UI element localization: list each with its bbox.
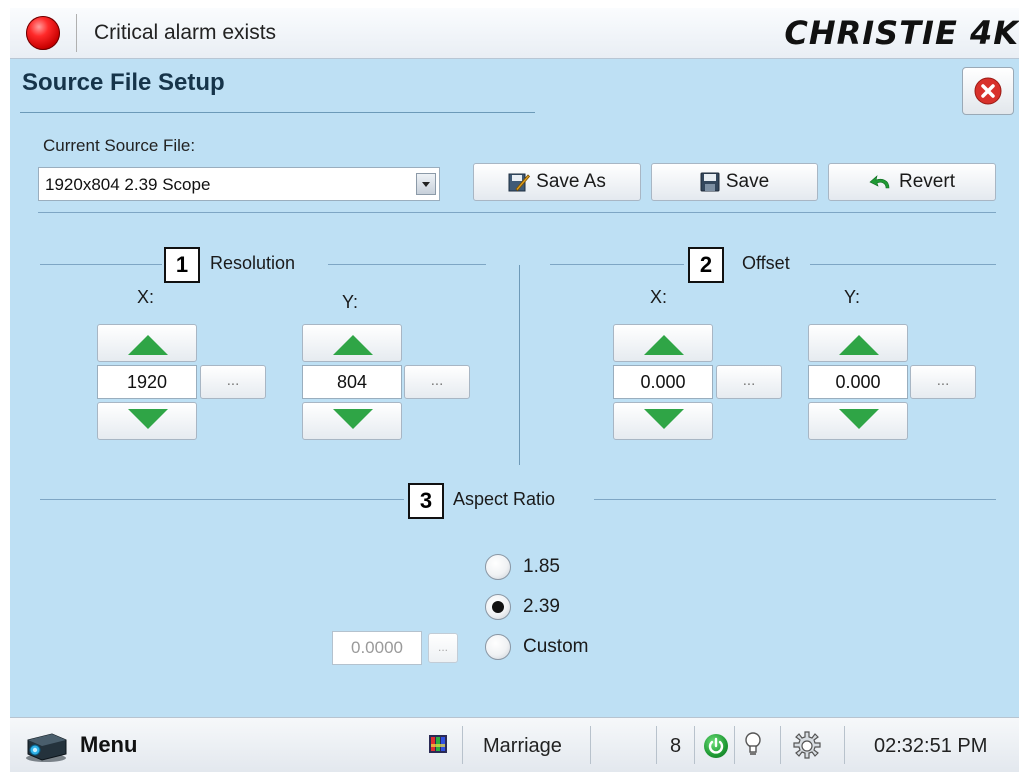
aspect-custom-label[interactable]: Custom <box>523 636 588 658</box>
callout-1: 1 <box>164 247 200 283</box>
offset-rule-left <box>550 264 684 265</box>
main-panel: Source File Setup Current Source File: 1… <box>10 59 1019 717</box>
aspect-ratio-rule-right <box>594 499 996 500</box>
arrow-down-icon <box>128 409 168 429</box>
offset-y-label: Y: <box>844 287 861 307</box>
offset-x-increment-button[interactable] <box>613 324 713 362</box>
power-icon[interactable] <box>704 734 728 758</box>
status-separator <box>462 726 463 764</box>
undo-arrow-icon <box>869 175 890 189</box>
status-bar: Menu Marriage 8 02:32:51 PM <box>10 717 1019 772</box>
offset-x-label: X: <box>650 287 668 307</box>
aspect-ratio-title: Aspect Ratio <box>453 489 556 509</box>
status-separator <box>590 726 591 764</box>
toolbar-divider <box>38 212 996 213</box>
menu-label[interactable]: Menu <box>80 732 137 758</box>
radio-selected-dot <box>492 601 504 613</box>
status-separator <box>734 726 735 764</box>
offset-x-decrement-button[interactable] <box>613 402 713 440</box>
status-separator <box>656 726 657 764</box>
offset-y-decrement-button[interactable] <box>808 402 908 440</box>
custom-aspect-input[interactable]: 0.0000 <box>332 631 422 665</box>
callout-3: 3 <box>408 483 444 519</box>
resolution-rule-right <box>328 264 486 265</box>
resolution-rule-left <box>40 264 162 265</box>
arrow-down-icon <box>333 409 373 429</box>
resolution-title: Resolution <box>210 253 296 273</box>
page-title: Source File Setup <box>22 69 225 96</box>
settings-gear-icon[interactable] <box>791 730 823 762</box>
offset-x-ellipsis-button[interactable]: ... <box>716 365 782 399</box>
source-file-value: 1920x804 2.39 Scope <box>45 175 211 194</box>
resolution-y-ellipsis-button[interactable]: ... <box>404 365 470 399</box>
projector-menu-icon[interactable] <box>22 728 70 764</box>
resolution-x-decrement-button[interactable] <box>97 402 197 440</box>
resolution-x-input[interactable]: 1920 <box>97 365 197 399</box>
close-icon <box>974 77 1002 105</box>
marriage-status[interactable]: Marriage <box>483 735 562 758</box>
status-separator <box>694 726 695 764</box>
resolution-y-increment-button[interactable] <box>302 324 402 362</box>
offset-x-input[interactable]: 0.000 <box>613 365 713 399</box>
offset-title: Offset <box>742 253 790 273</box>
aspect-1-85-radio[interactable] <box>485 554 511 580</box>
color-palette-icon[interactable] <box>428 734 448 754</box>
arrow-up-icon <box>644 335 684 355</box>
status-separator <box>780 726 781 764</box>
resolution-y-label: Y: <box>342 292 359 312</box>
source-file-dropdown[interactable]: 1920x804 2.39 Scope <box>38 167 440 201</box>
brand-logo: CHRISTIE 4K <box>784 14 1019 52</box>
save-as-icon <box>508 173 531 192</box>
arrow-up-icon <box>839 335 879 355</box>
lamp-bulb-icon[interactable] <box>743 731 763 759</box>
alarm-status-text[interactable]: Critical alarm exists <box>94 21 276 45</box>
aspect-2-39-label[interactable]: 2.39 <box>523 596 560 618</box>
title-underline <box>20 112 535 113</box>
save-button[interactable]: Save <box>651 163 818 201</box>
arrow-up-icon <box>128 335 168 355</box>
save-as-button[interactable]: Save As <box>473 163 641 201</box>
resolution-x-label: X: <box>137 287 155 307</box>
revert-button[interactable]: Revert <box>828 163 996 201</box>
status-separator <box>844 726 845 764</box>
header-bar: Critical alarm exists CHRISTIE 4K <box>10 8 1019 59</box>
save-as-label: Save As <box>536 171 606 192</box>
offset-y-increment-button[interactable] <box>808 324 908 362</box>
clock-time: 02:32:51 PM <box>874 735 988 757</box>
offset-y-ellipsis-button[interactable]: ... <box>910 365 976 399</box>
arrow-down-icon <box>839 409 879 429</box>
resolution-y-decrement-button[interactable] <box>302 402 402 440</box>
revert-label: Revert <box>899 171 955 192</box>
aspect-ratio-rule-left <box>40 499 404 500</box>
group-divider <box>519 265 520 465</box>
chevron-down-icon[interactable] <box>416 173 436 195</box>
aspect-custom-radio[interactable] <box>485 634 511 660</box>
floppy-disk-icon <box>700 172 720 192</box>
aspect-1-85-label[interactable]: 1.85 <box>523 556 560 578</box>
channel-number[interactable]: 8 <box>670 735 681 758</box>
offset-y-input[interactable]: 0.000 <box>808 365 908 399</box>
resolution-y-input[interactable]: 804 <box>302 365 402 399</box>
arrow-down-icon <box>644 409 684 429</box>
header-divider <box>76 14 77 52</box>
arrow-up-icon <box>333 335 373 355</box>
resolution-x-ellipsis-button[interactable]: ... <box>200 365 266 399</box>
resolution-x-increment-button[interactable] <box>97 324 197 362</box>
aspect-2-39-radio[interactable] <box>485 594 511 620</box>
close-button[interactable] <box>962 67 1014 115</box>
save-label: Save <box>725 171 770 192</box>
custom-aspect-ellipsis-button[interactable]: ... <box>428 633 458 663</box>
current-source-file-label: Current Source File: <box>43 136 196 155</box>
offset-rule-right <box>810 264 996 265</box>
alarm-indicator-icon[interactable] <box>26 16 60 50</box>
callout-2: 2 <box>688 247 724 283</box>
